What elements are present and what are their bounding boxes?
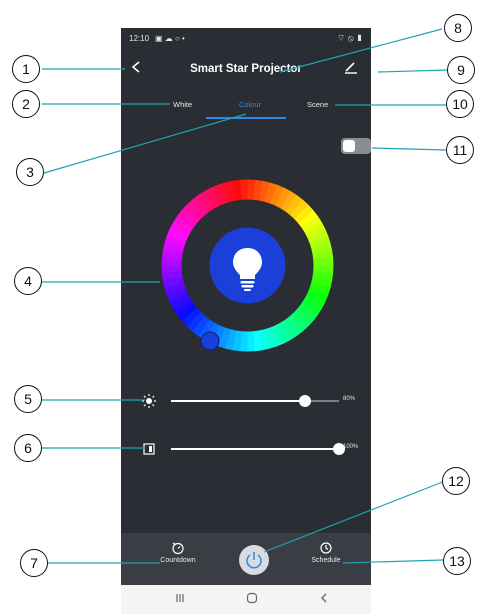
callout-13: 13 (443, 547, 471, 575)
callout-6: 6 (14, 434, 42, 462)
callout-7: 7 (20, 549, 48, 577)
callout-4: 4 (14, 267, 42, 295)
callout-8: 8 (444, 14, 472, 42)
callout-11: 11 (446, 136, 474, 164)
callout-3: 3 (16, 158, 44, 186)
callout-10: 10 (446, 90, 474, 118)
callout-5: 5 (14, 385, 42, 413)
callout-lines (42, 28, 448, 564)
callout-2: 2 (12, 90, 40, 118)
callout-9: 9 (447, 56, 475, 84)
callout-12: 12 (442, 467, 470, 495)
callout-1: 1 (12, 55, 40, 83)
